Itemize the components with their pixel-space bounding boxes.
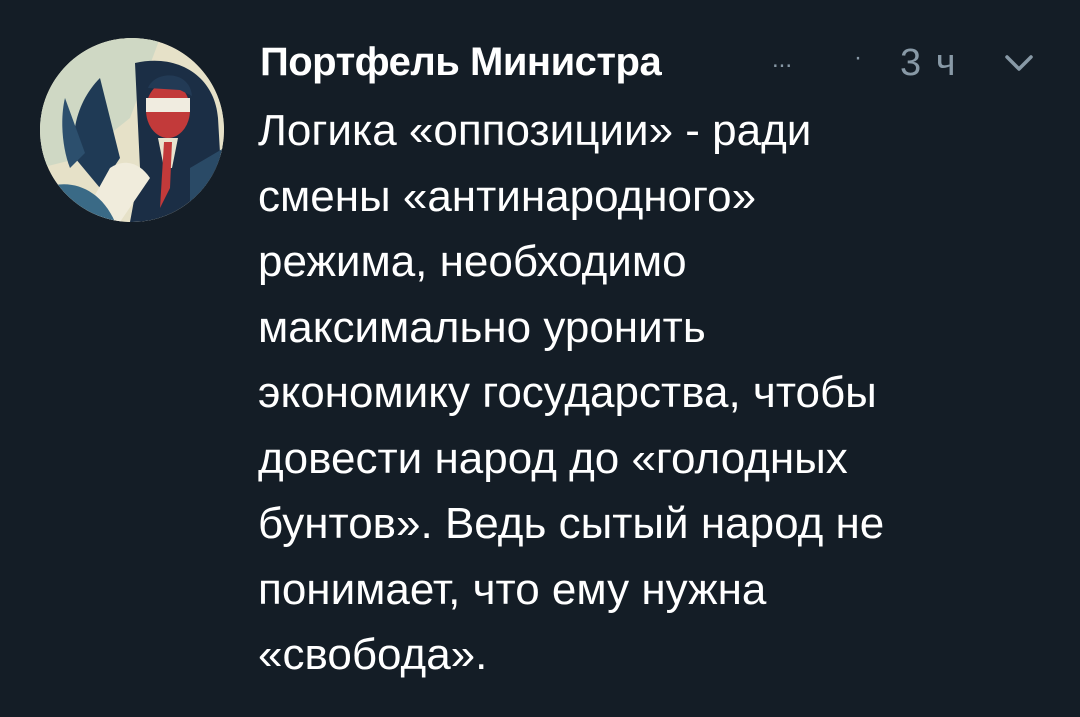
tweet-text-line: бунтов». Ведь сытый народ не: [258, 499, 885, 548]
tweet-text-line: понимает, что ему нужна: [258, 564, 767, 614]
tweet-text-line: «свобода».: [258, 630, 488, 679]
tweet-header: Портфель Министра ... · 3 ч: [260, 40, 1050, 96]
avatar-portrait-icon: [40, 38, 224, 222]
separator-dot: ·: [854, 44, 862, 71]
tweet-timestamp[interactable]: 3 ч: [900, 42, 958, 85]
chevron-down-icon[interactable]: [1004, 52, 1034, 74]
tweet-text-line: Логика «оппозиции» - ради: [258, 106, 812, 155]
tweet-text-line: экономику государства, чтобы: [258, 368, 877, 417]
tweet-text-line: смены «антинародного»: [258, 171, 757, 221]
author-avatar[interactable]: [40, 38, 224, 222]
name-truncation: ...: [772, 46, 793, 73]
tweet-text-line: режима, необходимо: [258, 237, 687, 286]
tweet[interactable]: Портфель Министра ... · 3 ч Логика «оппо…: [0, 0, 1080, 717]
tweet-text-line: максимально уронить: [258, 302, 706, 352]
tweet-text-line: довести народ до «голодных: [258, 433, 848, 483]
author-display-name[interactable]: Портфель Министра: [260, 40, 662, 85]
tweet-text: Логика «оппозиции» - ради смены «антинар…: [258, 98, 1048, 688]
